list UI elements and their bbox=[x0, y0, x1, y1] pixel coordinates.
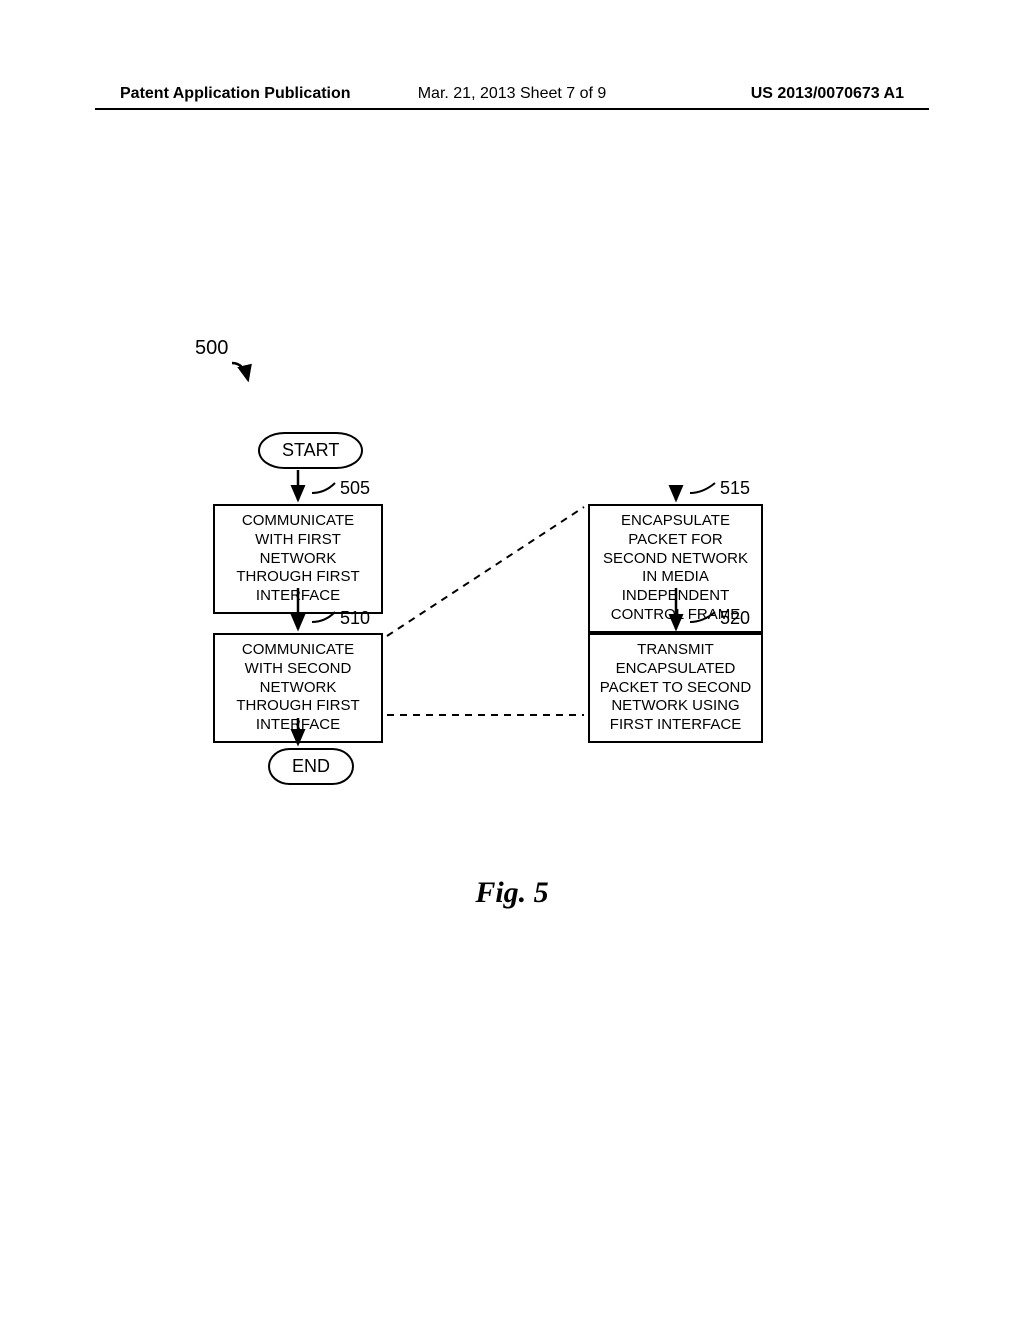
connector-lines bbox=[0, 0, 1024, 1320]
header-right: US 2013/0070673 A1 bbox=[751, 85, 904, 103]
box-510: COMMUNICATE WITH SECOND NETWORK THROUGH … bbox=[213, 633, 383, 743]
ref-510-label: 510 bbox=[340, 608, 370, 629]
ref-505-label: 505 bbox=[340, 478, 370, 499]
box-505: COMMUNICATE WITH FIRST NETWORK THROUGH F… bbox=[213, 504, 383, 614]
end-terminal: END bbox=[268, 748, 354, 785]
start-terminal: START bbox=[258, 432, 363, 469]
ref-515-label: 515 bbox=[720, 478, 750, 499]
header-left: Patent Application Publication bbox=[120, 85, 351, 103]
box-520: TRANSMIT ENCAPSULATED PACKET TO SECOND N… bbox=[588, 633, 763, 743]
ref-500-label: 500 bbox=[195, 337, 228, 360]
header-divider bbox=[95, 108, 929, 110]
ref-520-label: 520 bbox=[720, 608, 750, 629]
header-center: Mar. 21, 2013 Sheet 7 of 9 bbox=[418, 85, 607, 103]
figure-label: Fig. 5 bbox=[475, 876, 548, 910]
